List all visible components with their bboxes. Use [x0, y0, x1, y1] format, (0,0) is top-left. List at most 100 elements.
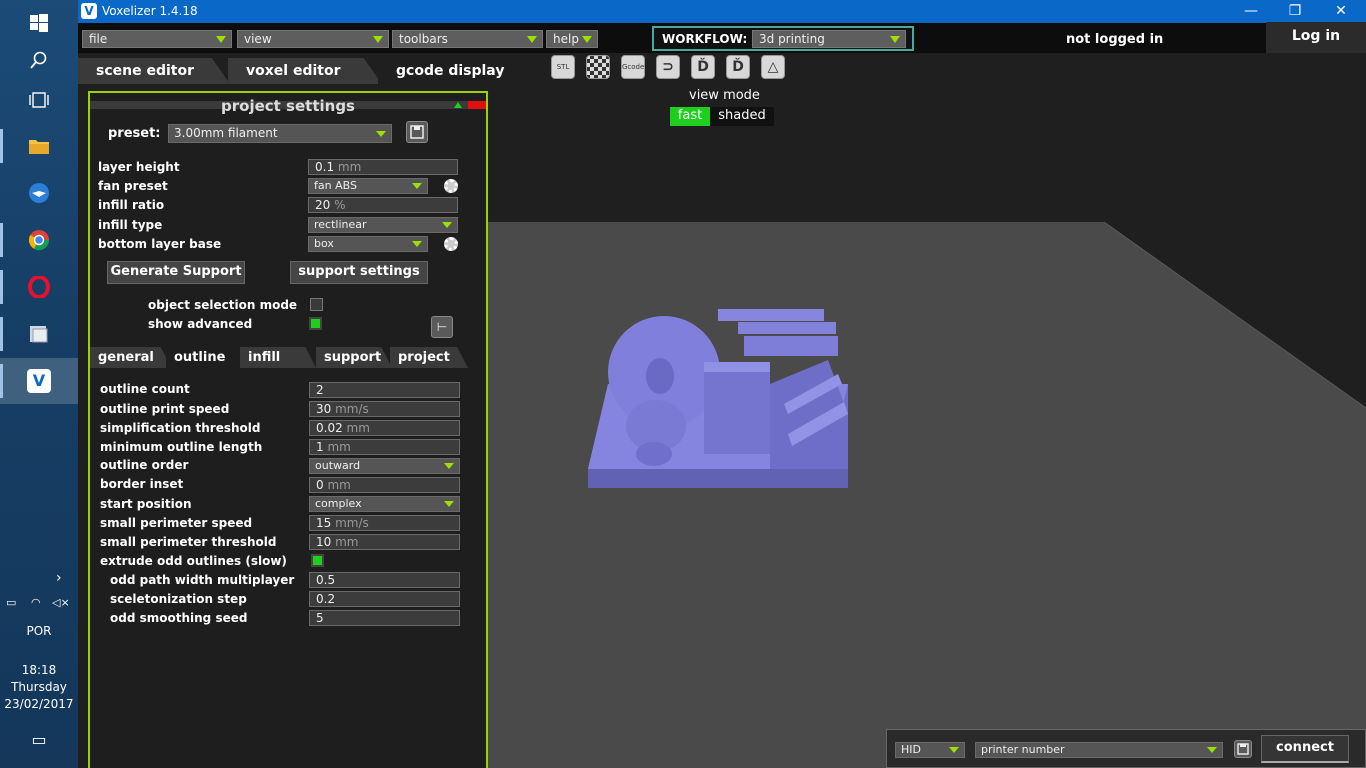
- border-inset-input[interactable]: 0 mm: [309, 477, 460, 493]
- close-button[interactable]: ✕: [1318, 0, 1364, 23]
- fan-preset-dropdown[interactable]: fan ABS: [308, 178, 428, 194]
- minimize-button[interactable]: —: [1228, 0, 1274, 23]
- battery-icon[interactable]: ▭: [6, 596, 16, 609]
- spool-icon[interactable]: ⊃: [656, 55, 680, 79]
- outline-print-speed-input[interactable]: 30 mm/s: [309, 401, 460, 417]
- wifi-icon[interactable]: ◠: [31, 596, 41, 609]
- view-mode-fast-button[interactable]: fast: [670, 107, 710, 126]
- panel-title: project settings: [221, 97, 355, 115]
- start-position-dropdown[interactable]: complex: [309, 496, 460, 512]
- print-triangle-icon[interactable]: △: [761, 55, 785, 79]
- clock[interactable]: 18:18 Thursday 23/02/2017: [0, 662, 78, 713]
- fan-settings-gear-icon[interactable]: [444, 179, 458, 193]
- outline-count-label: outline count: [100, 382, 190, 396]
- outline-order-dropdown[interactable]: outward: [309, 458, 460, 474]
- preset-dropdown[interactable]: 3.00mm filament: [168, 124, 392, 143]
- minimum-outline-length-input[interactable]: 1 mm: [309, 439, 460, 455]
- action-center-button[interactable]: ▭: [0, 730, 78, 749]
- subtab-outline[interactable]: outline: [166, 347, 242, 368]
- outline-order-label: outline order: [100, 458, 189, 472]
- show-hidden-icons-button[interactable]: ›: [0, 570, 78, 588]
- file-menu-label: file: [89, 32, 108, 46]
- maximize-button[interactable]: ❐: [1272, 0, 1318, 23]
- dropdown-arrow-icon: [444, 501, 454, 507]
- odd-smoothing-seed-value: 5: [316, 611, 324, 625]
- bottom-layer-base-dropdown[interactable]: box: [308, 236, 428, 252]
- show-advanced-checkbox[interactable]: [309, 317, 322, 330]
- app-logo-icon: V: [81, 3, 97, 19]
- toolbars-menu[interactable]: toolbars: [392, 30, 543, 48]
- printer-number-value: printer number: [981, 743, 1065, 756]
- odd-path-width-multiplayer-input[interactable]: 0.5: [309, 572, 460, 588]
- editor-tabs: scene editor voxel editor gcode display: [78, 58, 538, 84]
- base-settings-gear-icon[interactable]: [444, 237, 458, 251]
- view-mode-shaded-button[interactable]: shaded: [710, 107, 774, 126]
- opera-icon: [28, 276, 50, 298]
- infill-type-dropdown[interactable]: rectlinear: [308, 217, 458, 233]
- workflow-dropdown[interactable]: 3d printing: [752, 30, 906, 48]
- tree-view-button[interactable]: ⊢: [431, 316, 453, 338]
- app-taskbar-button[interactable]: [0, 311, 78, 357]
- subtab-project[interactable]: project: [390, 347, 468, 368]
- tab-voxel-editor[interactable]: voxel editor: [228, 58, 382, 84]
- start-position-value: complex: [315, 497, 362, 510]
- dropdown-arrow-icon: [890, 36, 900, 43]
- save-preset-button[interactable]: [406, 121, 428, 143]
- object-selection-mode-checkbox[interactable]: [310, 298, 323, 311]
- opera-taskbar-button[interactable]: [0, 264, 78, 310]
- layer-height-input[interactable]: 0.1 mm: [308, 159, 458, 175]
- voxelizer-window: V Voxelizer 1.4.18 — ❐ ✕ file view toolb…: [78, 0, 1366, 768]
- dropdown-arrow-icon: [444, 463, 454, 469]
- thunderbird-taskbar-button[interactable]: [0, 170, 78, 216]
- checker-voxel-icon[interactable]: [586, 55, 610, 79]
- file-menu[interactable]: file: [82, 30, 232, 48]
- help-menu[interactable]: help: [546, 30, 598, 48]
- dropdown-arrow-icon: [949, 747, 959, 753]
- outline-count-input[interactable]: 2: [309, 382, 460, 398]
- save-connection-button[interactable]: [1234, 740, 1252, 758]
- subtab-infill[interactable]: infill: [240, 347, 316, 368]
- simplification-threshold-input[interactable]: 0.02 mm: [309, 420, 460, 436]
- import-stl-icon[interactable]: STL: [551, 55, 575, 79]
- odd-path-width-multiplayer-label: odd path width multiplayer: [110, 573, 295, 587]
- printer-number-dropdown[interactable]: printer number: [975, 742, 1223, 758]
- voxelizer-taskbar-button[interactable]: V: [0, 358, 78, 404]
- volume-muted-icon[interactable]: ◁×: [52, 596, 70, 609]
- bottom-layer-base-value: box: [314, 237, 334, 250]
- slice-d-alt-icon[interactable]: Ď: [726, 55, 750, 79]
- collapse-panel-icon[interactable]: [454, 102, 462, 108]
- object-selection-mode-label: object selection mode: [148, 298, 298, 312]
- sceletonization-step-input[interactable]: 0.2: [309, 591, 460, 607]
- sceletonization-step-label: sceletonization step: [110, 592, 247, 606]
- tab-gcode-display[interactable]: gcode display: [378, 58, 538, 84]
- 3d-viewport[interactable]: [488, 84, 1366, 768]
- infill-ratio-input[interactable]: 20 %: [308, 197, 458, 213]
- chrome-taskbar-button[interactable]: [0, 217, 78, 263]
- tab-scene-editor[interactable]: scene editor: [78, 58, 230, 84]
- view-menu[interactable]: view: [237, 30, 389, 48]
- title-bar[interactable]: V Voxelizer 1.4.18 — ❐ ✕: [78, 0, 1366, 23]
- chevron-right-icon: ›: [56, 570, 62, 586]
- generate-support-button[interactable]: Generate Support: [107, 261, 245, 284]
- import-gcode-icon[interactable]: Gcode: [621, 55, 645, 79]
- subtab-general[interactable]: general: [90, 347, 172, 368]
- connect-button[interactable]: connect: [1261, 735, 1349, 763]
- slice-d-icon[interactable]: Ď: [691, 55, 715, 79]
- odd-smoothing-seed-input[interactable]: 5: [309, 610, 460, 626]
- small-perimeter-threshold-input[interactable]: 10 mm: [309, 534, 460, 550]
- subtab-support[interactable]: support: [316, 347, 392, 368]
- file-explorer-taskbar-button[interactable]: [0, 123, 78, 169]
- dropdown-arrow-icon: [376, 131, 386, 137]
- infill-ratio-unit: %: [334, 198, 346, 212]
- input-language-indicator[interactable]: POR: [0, 624, 78, 638]
- extrude-odd-outlines-checkbox[interactable]: [311, 554, 324, 567]
- small-perimeter-threshold-value: 10: [316, 535, 332, 549]
- task-view-button[interactable]: [0, 77, 78, 123]
- login-button[interactable]: Log in: [1266, 22, 1366, 53]
- small-perimeter-speed-input[interactable]: 15 mm/s: [309, 515, 460, 531]
- odd-smoothing-seed-label: odd smoothing seed: [110, 611, 248, 625]
- port-type-dropdown[interactable]: HID: [895, 742, 965, 758]
- import-gcode-label: Gcode: [622, 63, 645, 71]
- support-settings-button[interactable]: support settings: [290, 261, 428, 284]
- close-panel-button[interactable]: [468, 101, 486, 109]
